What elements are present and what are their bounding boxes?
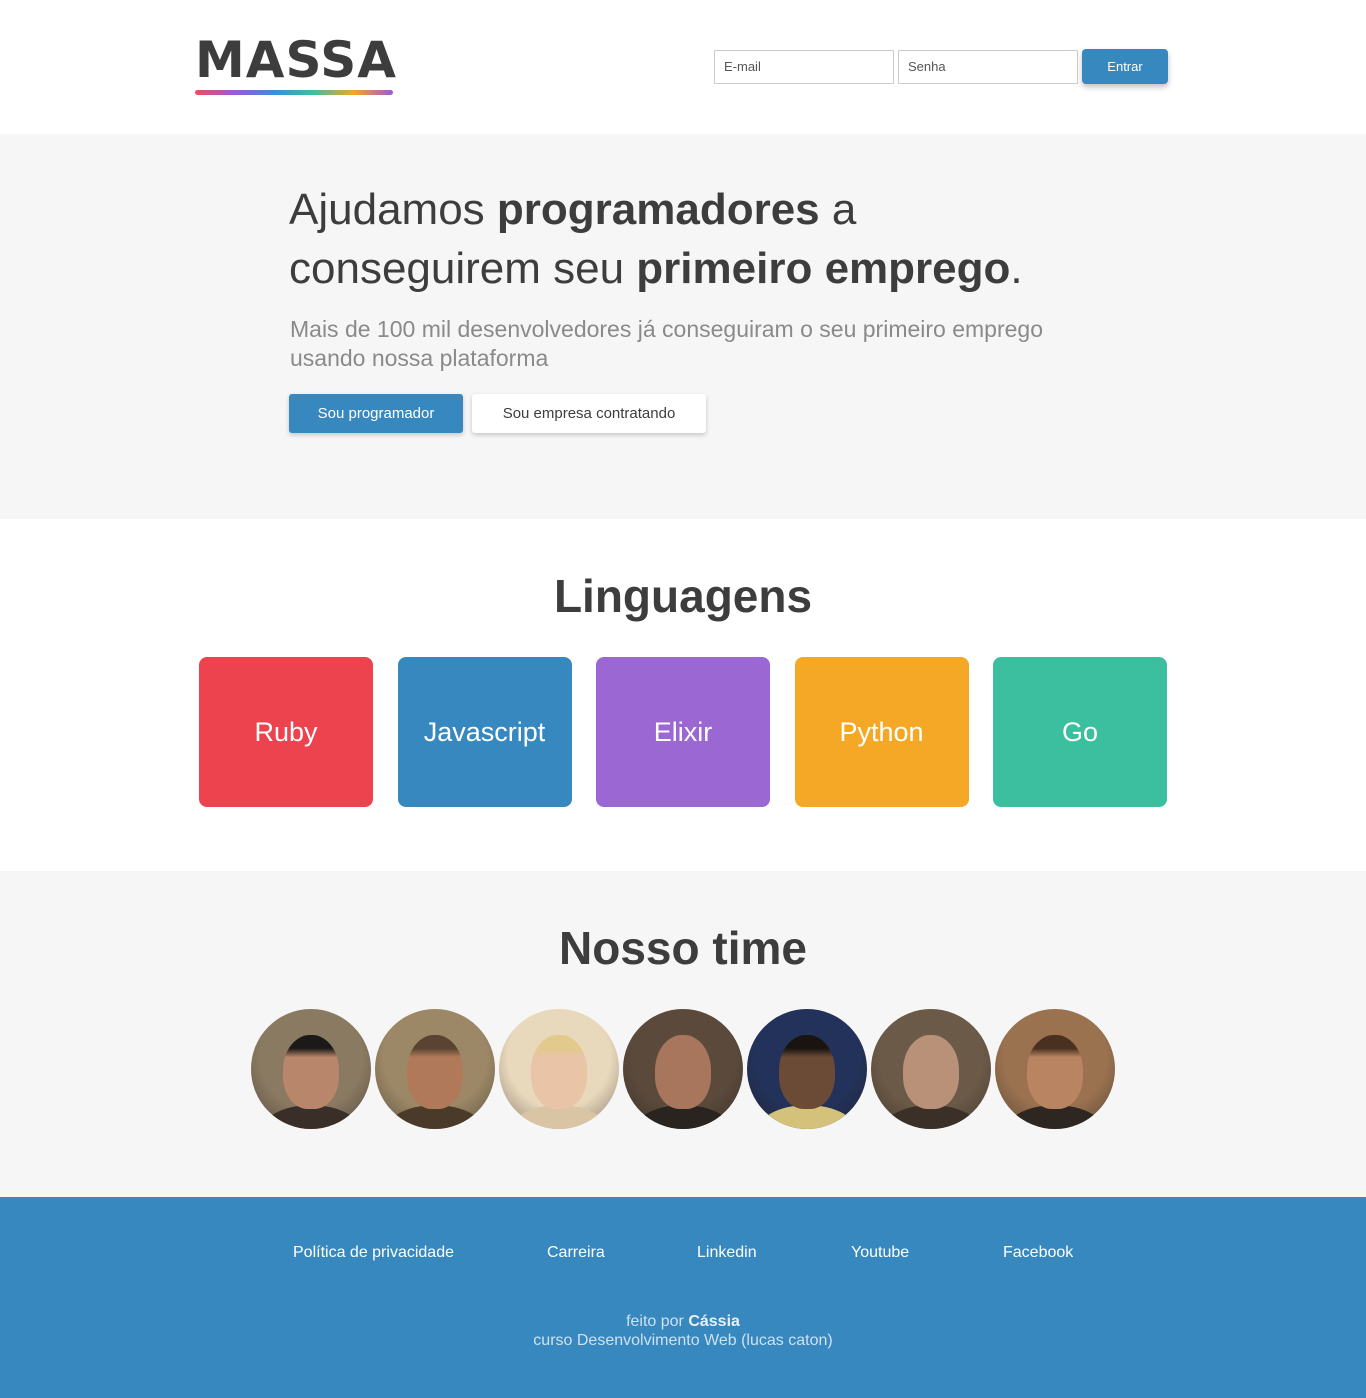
footer-credit-prefix: feito por [626, 1313, 689, 1330]
team-member-avatar[interactable] [251, 1009, 371, 1129]
team-title: Nosso time [559, 922, 807, 974]
hero-title-part-1: Ajudamos [289, 185, 497, 234]
avatar-face [779, 1035, 835, 1109]
hero-title-part-3: . [1010, 244, 1023, 293]
programmer-button[interactable]: Sou programador [289, 394, 463, 433]
team-member-avatar[interactable] [375, 1009, 495, 1129]
language-card-go[interactable]: Go [993, 657, 1167, 807]
avatar-face [531, 1035, 587, 1109]
login-form: Entrar [714, 49, 1168, 84]
footer-link-careers[interactable]: Carreira [547, 1244, 605, 1262]
language-card-elixir[interactable]: Elixir [596, 657, 770, 807]
footer-link-linkedin[interactable]: Linkedin [697, 1244, 757, 1262]
languages-list: Ruby Javascript Elixir Python Go [199, 657, 1167, 807]
footer-link-facebook[interactable]: Facebook [1003, 1244, 1073, 1262]
massa-logo[interactable]: MASSA [195, 31, 397, 95]
languages-title: Linguagens [553, 570, 813, 622]
hero-title: Ajudamos programadores a conseguirem seu… [289, 180, 1109, 298]
hero-title-highlight-1: programadores [496, 185, 820, 234]
team-list [251, 1009, 1115, 1129]
avatar-face [655, 1035, 711, 1109]
footer-links: Política de privacidade Carreira Linkedi… [0, 1244, 1366, 1264]
footer-link-youtube[interactable]: Youtube [851, 1244, 909, 1262]
footer [0, 1197, 1366, 1398]
footer-credit: feito por Cássia curso Desenvolvimento W… [0, 1312, 1366, 1350]
logo-text: MASSA [195, 31, 397, 89]
team-member-avatar[interactable] [623, 1009, 743, 1129]
avatar-face [407, 1035, 463, 1109]
email-input[interactable] [714, 49, 894, 84]
avatar-face [283, 1035, 339, 1109]
team-member-avatar[interactable] [871, 1009, 991, 1129]
language-card-python[interactable]: Python [794, 657, 969, 807]
footer-course: curso Desenvolvimento Web (lucas caton) [533, 1332, 833, 1349]
team-member-avatar[interactable] [499, 1009, 619, 1129]
language-card-javascript[interactable]: Javascript [397, 657, 572, 807]
avatar-face [903, 1035, 959, 1109]
login-button[interactable]: Entrar [1082, 49, 1168, 84]
footer-credit-name: Cássia [688, 1313, 740, 1330]
footer-link-privacy[interactable]: Política de privacidade [293, 1244, 454, 1262]
avatar-face [1027, 1035, 1083, 1109]
hero-buttons: Sou programador Sou empresa contratando [289, 394, 706, 433]
logo-gradient-bar [195, 90, 393, 95]
language-card-ruby[interactable]: Ruby [199, 657, 373, 807]
footer-credit-line: feito por Cássia [0, 1312, 1366, 1331]
company-button[interactable]: Sou empresa contratando [472, 394, 706, 433]
password-input[interactable] [898, 49, 1078, 84]
hero-title-highlight-2: primeiro emprego [636, 244, 1011, 293]
team-member-avatar[interactable] [995, 1009, 1115, 1129]
team-member-avatar[interactable] [747, 1009, 867, 1129]
hero-subtitle: Mais de 100 mil desenvolvedores já conse… [290, 316, 1043, 371]
